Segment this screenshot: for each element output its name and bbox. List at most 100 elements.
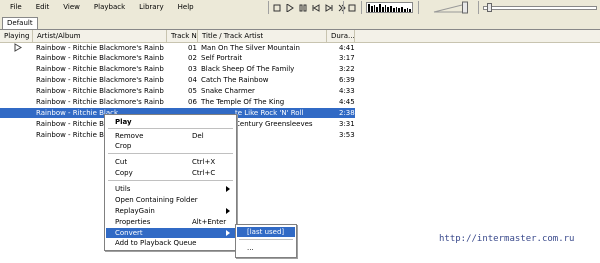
column-track-no[interactable]: Track No — [167, 30, 198, 42]
menu-item-properties[interactable]: Properties Alt+Enter — [106, 217, 235, 227]
track-no-cell: 04 — [188, 76, 197, 84]
toolbar-separator — [268, 1, 269, 14]
menu-item-remove[interactable]: Remove Del — [106, 131, 235, 141]
menu-item-open-containing-folder[interactable]: Open Containing Folder — [106, 195, 235, 205]
artist-cell: Rainbow - Ritchie Blackmore's Rainbow — [36, 98, 164, 106]
column-duration[interactable]: Dura... — [327, 30, 355, 42]
column-playing[interactable]: Playing — [0, 30, 33, 42]
menu-item-convert[interactable]: Convert — [106, 228, 235, 238]
title-cell: Black Sheep Of The Family — [201, 65, 295, 73]
toolbar-separator — [343, 1, 344, 14]
submenu-item-last-used[interactable]: [last used] — [237, 227, 295, 237]
menu-item-utils[interactable]: Utils — [106, 184, 235, 194]
spectrum-bar — [376, 7, 378, 12]
track-no-cell: 05 — [188, 87, 197, 95]
spectrum-bar — [401, 7, 403, 12]
track-no-cell: 02 — [188, 54, 197, 62]
spectrum-bar — [384, 5, 387, 12]
menu-item-cut[interactable]: Cut Ctrl+X — [106, 157, 235, 167]
menu-separator — [108, 180, 233, 181]
menu-separator — [239, 239, 293, 240]
menu-file[interactable]: File — [4, 3, 30, 13]
spectrum-bar — [392, 8, 395, 12]
play-button[interactable] — [285, 3, 295, 13]
random-button[interactable] — [337, 3, 347, 13]
spectrum-bar — [370, 6, 373, 12]
column-artist-album[interactable]: Artist/Album — [33, 30, 167, 42]
spectrum-bar — [390, 6, 392, 12]
toolbar-separator — [361, 1, 362, 14]
menu-edit[interactable]: Edit — [30, 3, 58, 13]
column-title[interactable]: Title / Track Artist — [198, 30, 327, 42]
duration-cell: 3:22 — [339, 65, 355, 73]
seek-thumb[interactable] — [487, 3, 492, 12]
menu-item-crop[interactable]: Crop — [106, 141, 235, 151]
spectrum-bar — [395, 7, 398, 12]
menu-view[interactable]: View — [57, 3, 88, 13]
artist-cell: Rainbow - Ritchie Blackmore's Rainbow — [36, 44, 164, 52]
title-cell: The Temple Of The King — [201, 98, 285, 106]
duration-cell: 3:31 — [339, 120, 355, 128]
duration-cell: 6:39 — [339, 76, 355, 84]
submenu-item-more[interactable]: ... — [237, 243, 295, 253]
tab-default[interactable]: Default — [2, 17, 38, 29]
menu-item-replaygain[interactable]: ReplayGain — [106, 206, 235, 216]
menu-separator — [108, 153, 233, 154]
pause-button[interactable] — [298, 3, 308, 13]
spectrum-bar — [381, 7, 384, 12]
table-row[interactable]: Rainbow - Ritchie Blackmore's Rainbow 03… — [0, 64, 355, 74]
track-no-cell: 06 — [188, 98, 197, 106]
duration-cell: 4:33 — [339, 87, 355, 95]
duration-cell: 4:45 — [339, 98, 355, 106]
playlist-tabs: Default — [0, 15, 600, 30]
menu-playback[interactable]: Playback — [88, 3, 133, 13]
stop-after-current-icon[interactable] — [347, 3, 357, 13]
title-cell: Century Greensleeves — [235, 120, 313, 128]
spectrum-bar — [403, 9, 406, 12]
title-cell: Snake Charmer — [201, 87, 255, 95]
title-cell: te Like Rock 'N' Roll — [235, 109, 304, 117]
title-cell: Catch The Rainbow — [201, 76, 269, 84]
toolbar-separator — [478, 1, 479, 14]
menu-bar: File Edit View Playback Library Help — [4, 3, 202, 13]
toolbar-separator — [418, 1, 419, 14]
track-no-cell: 01 — [188, 44, 197, 52]
spectrum-bar — [398, 8, 400, 12]
track-no-cell: 03 — [188, 65, 197, 73]
duration-cell: 3:53 — [339, 131, 355, 139]
duration-cell: 4:41 — [339, 44, 355, 52]
playback-controls — [272, 2, 347, 13]
spectrum-visualizer — [366, 2, 413, 13]
table-row[interactable]: Rainbow - Ritchie Blackmore's Rainbow 02… — [0, 53, 355, 63]
menu-item-add-to-playback-queue[interactable]: Add to Playback Queue — [106, 238, 235, 248]
table-row[interactable]: Rainbow - Ritchie Blackmore's Rainbow 06… — [0, 97, 355, 107]
table-row[interactable]: Rainbow - Ritchie Blackmore's Rainbow 01… — [0, 43, 355, 53]
spectrum-bar — [409, 9, 411, 12]
volume-slider[interactable] — [432, 1, 472, 14]
spectrum-bar — [379, 4, 381, 12]
next-button[interactable] — [324, 3, 334, 13]
menu-help[interactable]: Help — [172, 3, 202, 13]
playback-order — [347, 2, 357, 13]
duration-cell: 3:17 — [339, 54, 355, 62]
menu-item-copy[interactable]: Copy Ctrl+C — [106, 168, 235, 178]
context-menu: Play Remove Del Crop Cut Ctrl+X Copy Ctrl+C… — [104, 114, 237, 251]
spectrum-bar — [406, 8, 409, 12]
table-row[interactable]: Rainbow - Ritchie Blackmore's Rainbow 05… — [0, 86, 355, 96]
column-header: Playing Artist/Album Track No Title / Tr… — [0, 30, 600, 43]
toolbar: File Edit View Playback Library Help — [0, 0, 600, 15]
watermark-url: http://intermaster.com.ru — [439, 234, 575, 244]
convert-submenu: [last used] ... — [235, 224, 297, 258]
previous-button[interactable] — [311, 3, 321, 13]
menu-item-play[interactable]: Play — [106, 117, 235, 127]
artist-cell: Rainbow - Ritchie Blackmore's Rainbow — [36, 87, 164, 95]
spectrum-bar — [387, 7, 389, 12]
menu-library[interactable]: Library — [133, 3, 171, 13]
spectrum-bar — [373, 5, 376, 12]
title-cell: Man On The Silver Mountain — [201, 44, 300, 52]
stop-button[interactable] — [272, 3, 282, 13]
title-cell: Self Portrait — [201, 54, 243, 62]
seek-bar[interactable] — [483, 6, 597, 10]
table-row[interactable]: Rainbow - Ritchie Blackmore's Rainbow 04… — [0, 75, 355, 85]
artist-cell: Rainbow - Ritchie Blackmore's Rainbow — [36, 54, 164, 62]
